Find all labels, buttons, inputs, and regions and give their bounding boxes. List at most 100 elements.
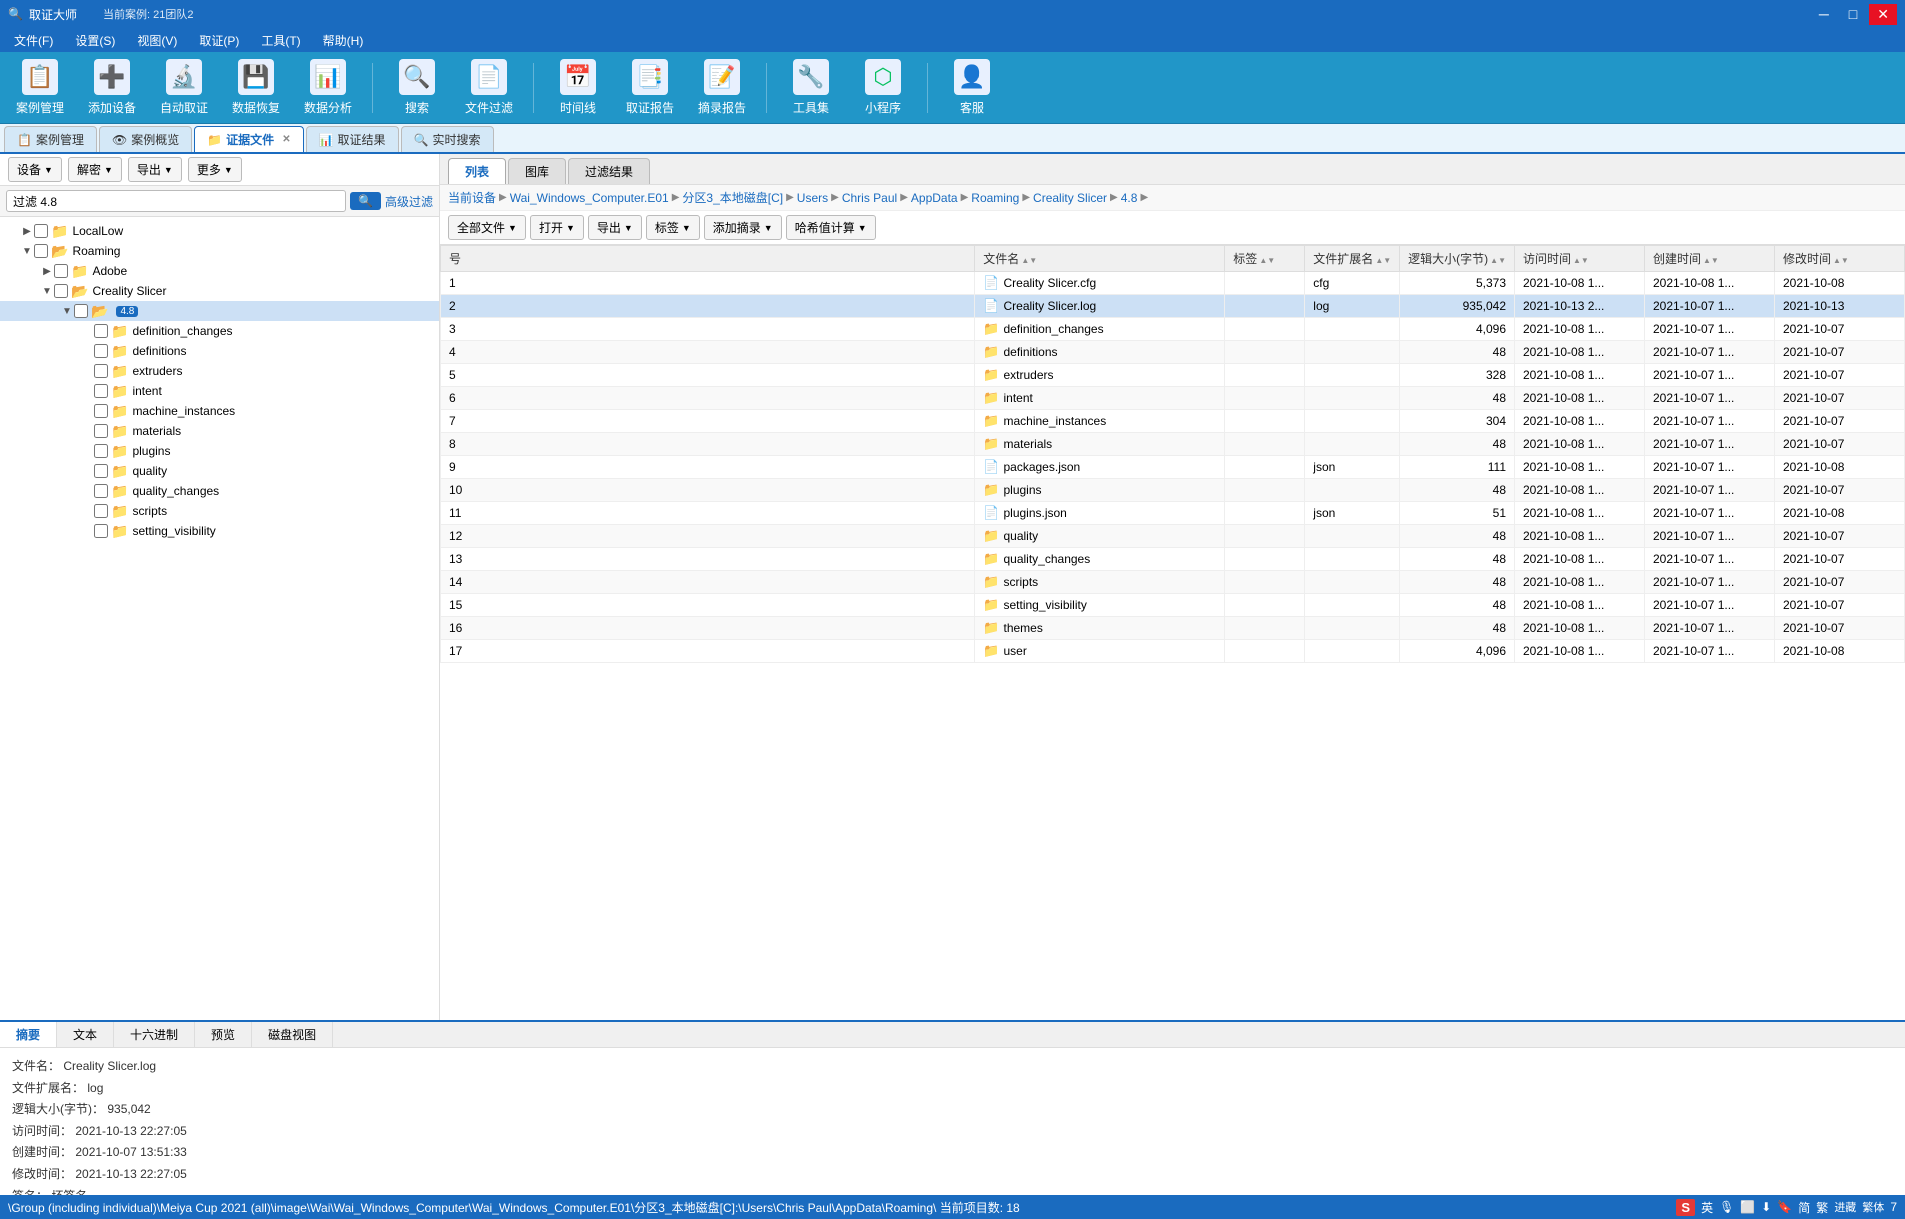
tree-node-extruders[interactable]: 📁 extruders	[0, 361, 439, 381]
menu-file[interactable]: 文件(F)	[4, 30, 63, 51]
tree-checkbox[interactable]	[94, 404, 108, 418]
menu-help[interactable]: 帮助(H)	[313, 30, 374, 51]
status-download-icon[interactable]: ⬇	[1761, 1200, 1771, 1214]
toolbar-search[interactable]: 🔍 搜索	[385, 58, 449, 118]
tab-case-management[interactable]: 📋 案例管理	[4, 126, 97, 152]
tree-checkbox[interactable]	[54, 264, 68, 278]
expand-icon[interactable]: ▶	[20, 226, 34, 237]
hash-calculate-button[interactable]: 哈希值计算 ▼	[786, 215, 876, 240]
table-row[interactable]: 17 📁user 4,096 2021-10-08 1... 2021-10-0…	[441, 640, 1905, 663]
tree-checkbox[interactable]	[94, 364, 108, 378]
tree-node-4-8[interactable]: ▼ 📂 4.8	[0, 301, 439, 321]
table-row[interactable]: 13 📁quality_changes 48 2021-10-08 1... 2…	[441, 548, 1905, 571]
table-row[interactable]: 12 📁quality 48 2021-10-08 1... 2021-10-0…	[441, 525, 1905, 548]
tree-node-machine-instances[interactable]: 📁 machine_instances	[0, 401, 439, 421]
toolbar-file-filter[interactable]: 📄 文件过滤	[457, 58, 521, 118]
expand-icon[interactable]: ▼	[20, 246, 34, 257]
toolbar-add-device[interactable]: ➕ 添加设备	[80, 58, 144, 118]
view-tab-gallery[interactable]: 图库	[508, 158, 566, 184]
tree-node-materials[interactable]: 📁 materials	[0, 421, 439, 441]
tree-checkbox[interactable]	[34, 224, 48, 238]
breadcrumb-creality-slicer[interactable]: Creality Slicer	[1033, 191, 1107, 205]
tree-node-quality[interactable]: 📁 quality	[0, 461, 439, 481]
breadcrumb-partition[interactable]: 分区3_本地磁盘[C]	[682, 189, 783, 206]
col-header-created[interactable]: 创建时间▲▼	[1645, 246, 1775, 272]
tree-checkbox[interactable]	[94, 344, 108, 358]
tab-realtime-search[interactable]: 🔍 实时搜索	[401, 126, 494, 152]
add-extract-button[interactable]: 添加摘录 ▼	[704, 215, 782, 240]
tree-node-quality-changes[interactable]: 📁 quality_changes	[0, 481, 439, 501]
device-button[interactable]: 设备 ▼	[8, 157, 62, 182]
bottom-tab-text[interactable]: 文本	[57, 1022, 114, 1047]
status-bookmark-icon[interactable]: 🔖	[1777, 1200, 1792, 1214]
menu-settings[interactable]: 设置(S)	[65, 30, 125, 51]
col-header-num[interactable]: 号	[441, 246, 975, 272]
table-row[interactable]: 1 📄Creality Slicer.cfg cfg 5,373 2021-10…	[441, 272, 1905, 295]
col-header-filename[interactable]: 文件名▲▼	[975, 246, 1225, 272]
col-header-size[interactable]: 逻辑大小(字节)▲▼	[1400, 246, 1515, 272]
open-button[interactable]: 打开 ▼	[530, 215, 584, 240]
status-num-icon[interactable]: 7	[1890, 1200, 1897, 1214]
view-tab-list[interactable]: 列表	[448, 158, 506, 184]
status-lang-icon[interactable]: 英	[1701, 1199, 1713, 1216]
breadcrumb-appdata[interactable]: AppData	[911, 191, 958, 205]
breadcrumb-4-8[interactable]: 4.8	[1121, 191, 1138, 205]
toolbar-mini-app[interactable]: ⬡ 小程序	[851, 58, 915, 118]
menu-view[interactable]: 视图(V)	[127, 30, 187, 51]
menu-forensics[interactable]: 取证(P)	[189, 30, 249, 51]
col-header-tag[interactable]: 标签▲▼	[1225, 246, 1305, 272]
tree-checkbox[interactable]	[94, 504, 108, 518]
tree-node-locallow[interactable]: ▶ 📁 LocalLow	[0, 221, 439, 241]
table-row[interactable]: 4 📁definitions 48 2021-10-08 1... 2021-1…	[441, 341, 1905, 364]
filter-input[interactable]	[6, 190, 346, 212]
expand-icon[interactable]: ▼	[40, 286, 54, 297]
status-enter-icon[interactable]: 进藏	[1834, 1199, 1856, 1215]
advanced-filter-link[interactable]: 高级过滤	[385, 193, 433, 210]
expand-icon[interactable]: ▼	[60, 306, 74, 317]
toolbar-case-management[interactable]: 📋 案例管理	[8, 58, 72, 118]
tree-checkbox[interactable]	[54, 284, 68, 298]
minimize-button[interactable]: ─	[1811, 4, 1837, 24]
toolbar-forensics-report[interactable]: 📑 取证报告	[618, 58, 682, 118]
toolbar-auto-forensics[interactable]: 🔬 自动取证	[152, 58, 216, 118]
table-row[interactable]: 7 📁machine_instances 304 2021-10-08 1...…	[441, 410, 1905, 433]
tree-checkbox[interactable]	[74, 304, 88, 318]
table-row[interactable]: 15 📁setting_visibility 48 2021-10-08 1..…	[441, 594, 1905, 617]
tree-checkbox[interactable]	[94, 524, 108, 538]
bottom-tab-preview[interactable]: 预览	[195, 1022, 252, 1047]
col-header-access[interactable]: 访问时间▲▼	[1515, 246, 1645, 272]
status-simplified-icon[interactable]: 简	[1798, 1199, 1810, 1216]
table-row[interactable]: 10 📁plugins 48 2021-10-08 1... 2021-10-0…	[441, 479, 1905, 502]
tree-checkbox[interactable]	[94, 484, 108, 498]
toolbar-data-analysis[interactable]: 📊 数据分析	[296, 58, 360, 118]
tab-evidence-files[interactable]: 📁 证据文件 ✕	[194, 126, 303, 152]
evidence-files-tab-close[interactable]: ✕	[282, 134, 290, 145]
export-button[interactable]: 导出 ▼	[128, 157, 182, 182]
col-header-ext[interactable]: 文件扩展名▲▼	[1305, 246, 1400, 272]
close-button[interactable]: ✕	[1869, 4, 1897, 25]
breadcrumb-current-device[interactable]: 当前设备	[448, 189, 496, 206]
expand-icon[interactable]: ▶	[40, 266, 54, 277]
table-row[interactable]: 5 📁extruders 328 2021-10-08 1... 2021-10…	[441, 364, 1905, 387]
table-row[interactable]: 2 📄Creality Slicer.log log 935,042 2021-…	[441, 295, 1905, 318]
tree-checkbox[interactable]	[94, 384, 108, 398]
more-button[interactable]: 更多 ▼	[188, 157, 242, 182]
table-row[interactable]: 8 📁materials 48 2021-10-08 1... 2021-10-…	[441, 433, 1905, 456]
tree-checkbox[interactable]	[94, 424, 108, 438]
bottom-tab-disk-view[interactable]: 磁盘视图	[252, 1022, 333, 1047]
bottom-tab-summary[interactable]: 摘要	[0, 1022, 57, 1047]
maximize-button[interactable]: □	[1841, 4, 1865, 24]
table-row[interactable]: 14 📁scripts 48 2021-10-08 1... 2021-10-0…	[441, 571, 1905, 594]
tree-checkbox[interactable]	[94, 464, 108, 478]
decrypt-button[interactable]: 解密 ▼	[68, 157, 122, 182]
tab-forensics-results[interactable]: 📊 取证结果	[306, 126, 399, 152]
table-row[interactable]: 9 📄packages.json json 111 2021-10-08 1..…	[441, 456, 1905, 479]
tree-node-plugins[interactable]: 📁 plugins	[0, 441, 439, 461]
view-tab-filter-results[interactable]: 过滤结果	[568, 158, 650, 184]
tag-button[interactable]: 标签 ▼	[646, 215, 700, 240]
status-traditional-icon[interactable]: 繁	[1816, 1199, 1828, 1216]
toolbar-customer-service[interactable]: 👤 客服	[940, 58, 1004, 118]
breadcrumb-chris-paul[interactable]: Chris Paul	[842, 191, 897, 205]
tree-checkbox[interactable]	[34, 244, 48, 258]
col-header-modified[interactable]: 修改时间▲▼	[1775, 246, 1905, 272]
